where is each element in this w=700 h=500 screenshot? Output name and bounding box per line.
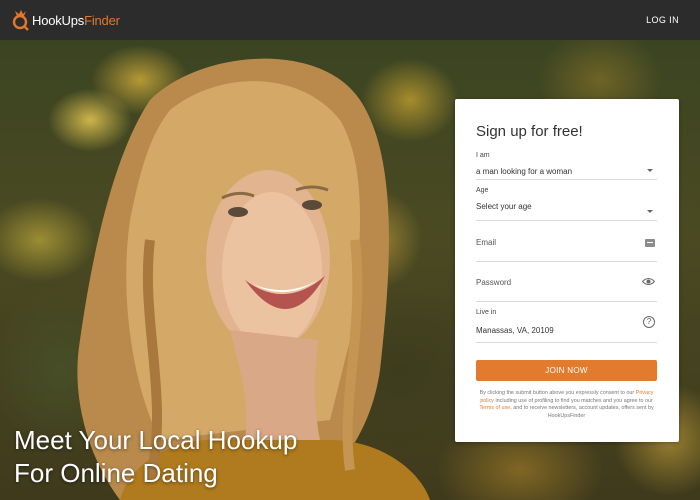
signup-title: Sign up for free! bbox=[476, 123, 583, 140]
location-field[interactable]: Live in Manassas, VA, 20109 ? bbox=[476, 308, 657, 343]
disclaimer-text-3: , and to receive newsletters, account up… bbox=[510, 405, 654, 420]
gender-value: a man looking for a woman bbox=[476, 167, 573, 176]
eye-icon[interactable] bbox=[642, 277, 655, 286]
help-icon[interactable]: ? bbox=[643, 316, 655, 328]
gender-select[interactable]: I am a man looking for a woman bbox=[476, 147, 657, 180]
hero-headline: Meet Your Local Hookup For Online Dating bbox=[14, 424, 297, 490]
disclaimer-text-2: including use of profiling to find you m… bbox=[493, 397, 653, 404]
password-placeholder: Password bbox=[476, 278, 512, 287]
gender-label: I am bbox=[476, 152, 490, 159]
email-placeholder: Email bbox=[476, 238, 497, 247]
logo-text-main: HookUps bbox=[32, 12, 85, 28]
logo-text-accent: Finder bbox=[84, 12, 120, 28]
chevron-down-icon bbox=[647, 169, 653, 172]
logo-text: HookUpsFinder bbox=[32, 13, 120, 28]
chevron-down-icon bbox=[647, 210, 653, 213]
login-link[interactable]: LOG IN bbox=[646, 15, 679, 25]
logo[interactable]: HookUpsFinder bbox=[12, 9, 120, 31]
headline-line-2: For Online Dating bbox=[14, 458, 218, 488]
location-label: Live in bbox=[476, 309, 497, 316]
disclaimer-text-1: By clicking the submit button above you … bbox=[479, 390, 636, 396]
location-value: Manassas, VA, 20109 bbox=[476, 326, 554, 335]
join-now-button[interactable]: JOIN NOW bbox=[476, 360, 657, 381]
terms-of-use-link[interactable]: Terms of use bbox=[479, 405, 510, 411]
headline-line-1: Meet Your Local Hookup bbox=[14, 425, 298, 455]
top-nav-bar: HookUpsFinder LOG IN bbox=[0, 0, 700, 40]
consent-disclaimer: By clicking the submit button above you … bbox=[476, 390, 657, 421]
email-field[interactable]: Email bbox=[476, 227, 657, 262]
age-select[interactable]: Age Select your age bbox=[476, 186, 657, 221]
age-label: Age bbox=[476, 187, 489, 194]
email-icon bbox=[645, 239, 655, 247]
signup-card: Sign up for free! I am a man looking for… bbox=[455, 99, 679, 442]
age-value: Select your age bbox=[476, 202, 532, 211]
password-field[interactable]: Password bbox=[476, 267, 657, 302]
logo-icon bbox=[12, 10, 29, 31]
